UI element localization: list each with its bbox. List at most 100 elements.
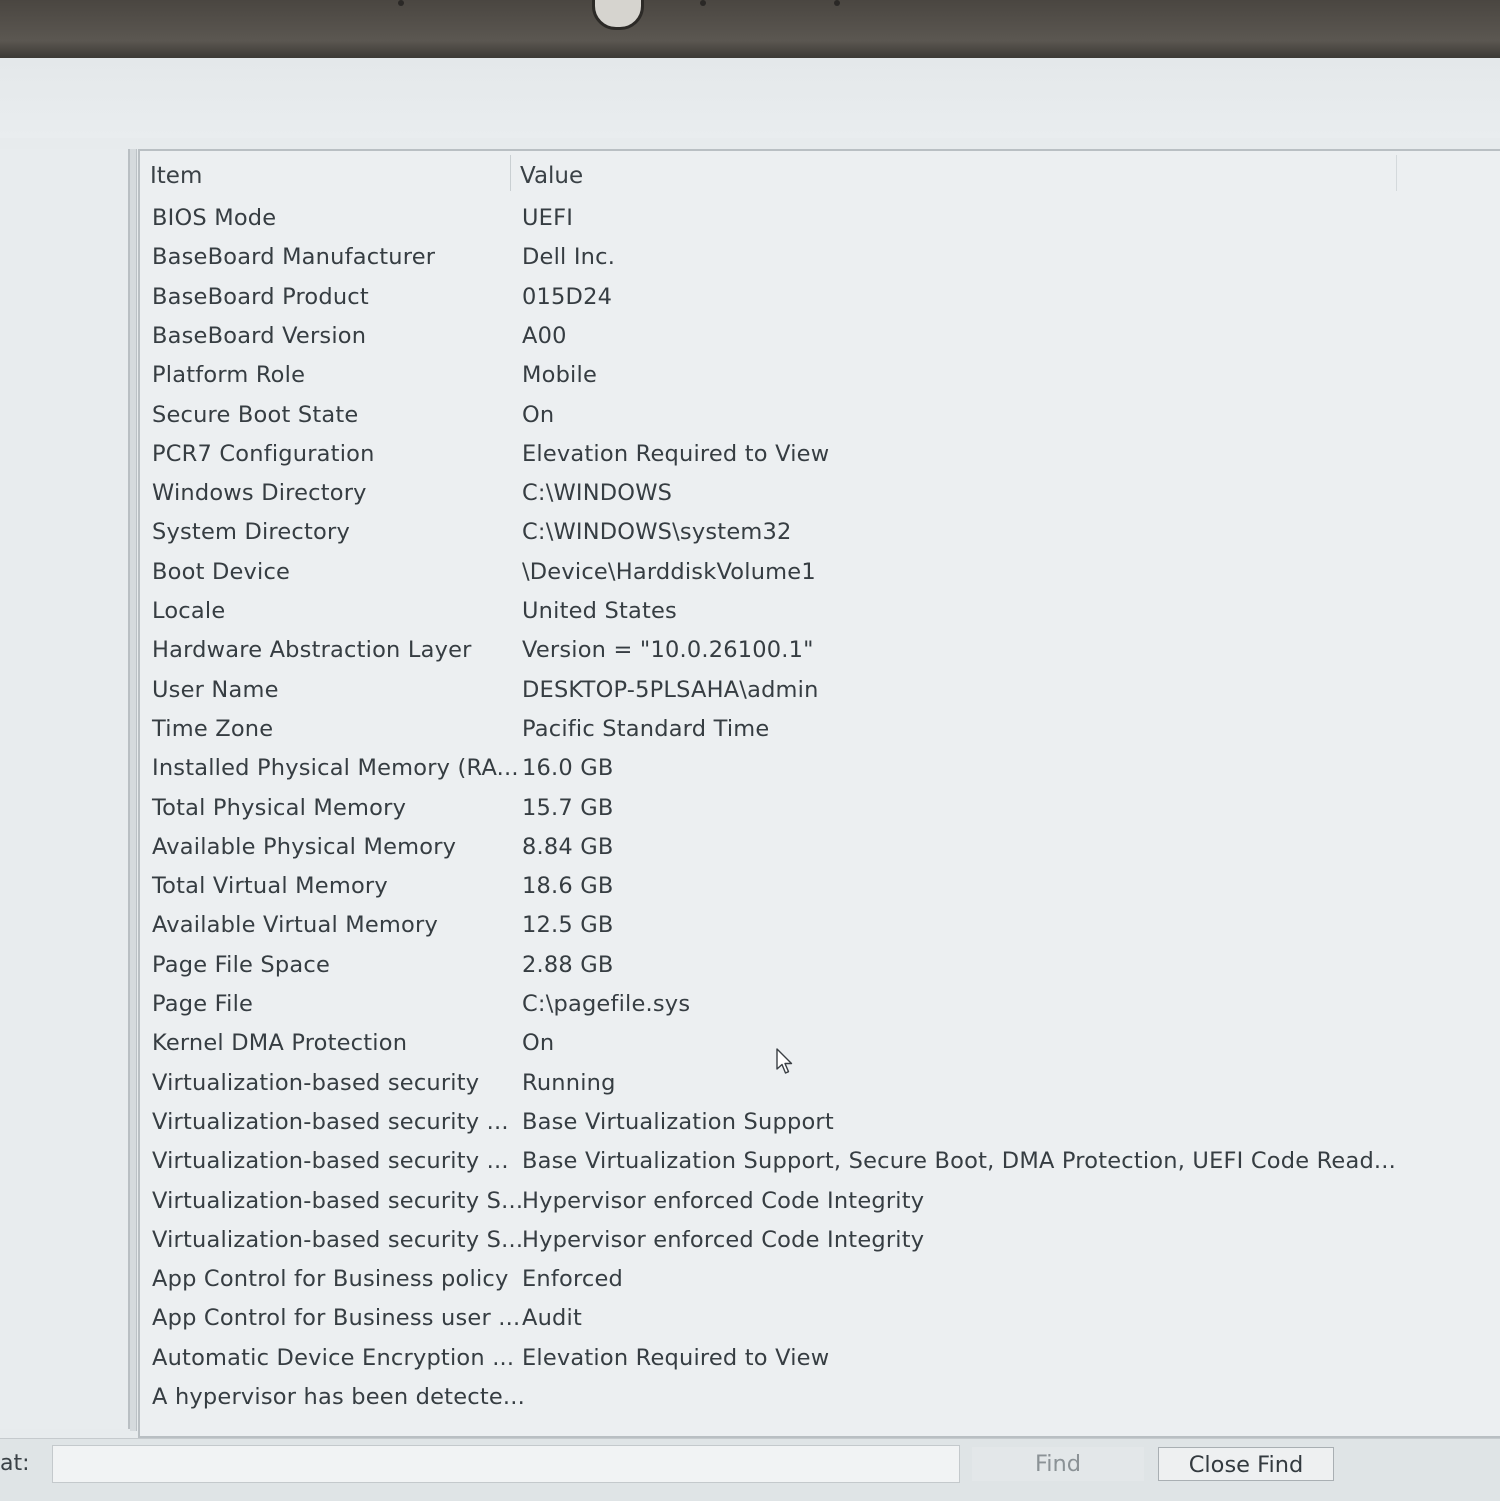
list-row[interactable]: Virtualization-based security S... Hyperv… <box>140 1188 1500 1224</box>
row-value: Running <box>522 1069 616 1096</box>
details-list[interactable]: Item Value BIOS Mode UEFI BaseBoard Manufa… <box>138 149 1500 1438</box>
row-item-label: Available Virtual Memory <box>152 912 438 939</box>
row-value: On <box>522 1030 555 1057</box>
list-row[interactable]: BaseBoard Manufacturer Dell Inc. <box>140 244 1500 280</box>
row-item-label: Automatic Device Encryption ... <box>152 1344 515 1371</box>
list-row[interactable]: Virtualization-based security ... Base Vi… <box>140 1109 1500 1145</box>
row-item-label: Boot Device <box>152 558 291 585</box>
row-item-label: Page File <box>152 991 254 1017</box>
row-value: 15.7 GB <box>522 794 614 821</box>
row-value: Base Virtualization Support <box>522 1108 834 1135</box>
column-divider[interactable] <box>1396 155 1397 191</box>
list-row[interactable]: Available Virtual Memory 12.5 GB <box>140 912 1500 948</box>
column-header-value[interactable]: Value <box>520 163 583 189</box>
list-row[interactable]: Page File C:\pagefile.sys <box>140 991 1500 1027</box>
row-value: 18.6 GB <box>522 873 614 900</box>
row-item-label: A hypervisor has been detecte... <box>152 1384 525 1410</box>
list-row[interactable]: User Name DESKTOP-5PLSAHA\admin <box>140 677 1500 713</box>
list-row[interactable]: A hypervisor has been detecte... <box>140 1384 1500 1420</box>
list-row[interactable]: Windows Directory C:\WINDOWS <box>140 480 1500 516</box>
bezel-dot <box>398 0 404 6</box>
row-item-label: App Control for Business policy <box>152 1266 509 1293</box>
list-row[interactable]: Boot Device \Device\HarddiskVolume1 <box>140 559 1500 595</box>
row-item-label: Installed Physical Memory (RA... <box>152 755 519 782</box>
row-item-label: Virtualization-based security <box>152 1069 480 1096</box>
row-item-label: Locale <box>152 598 226 624</box>
row-item-label: Secure Boot State <box>152 401 359 428</box>
close-find-button[interactable]: Close Find <box>1158 1447 1334 1481</box>
row-value: DESKTOP-5PLSAHA\admin <box>522 676 819 703</box>
row-value: 16.0 GB <box>522 755 614 782</box>
category-tree-pane[interactable] <box>0 149 130 1429</box>
row-value: Version = "10.0.26100.1" <box>522 637 814 664</box>
list-row[interactable]: Available Physical Memory 8.84 GB <box>140 834 1500 870</box>
monitor-bezel <box>0 0 1500 58</box>
bezel-dot <box>834 0 840 6</box>
list-row[interactable]: BaseBoard Version A00 <box>140 323 1500 359</box>
row-value: 015D24 <box>522 283 613 310</box>
row-value: Pacific Standard Time <box>522 715 770 742</box>
row-item-label: Total Virtual Memory <box>152 873 388 900</box>
find-what-input[interactable] <box>52 1445 960 1483</box>
list-row[interactable]: Virtualization-based security S... Hyperv… <box>140 1227 1500 1263</box>
list-row[interactable]: PCR7 Configuration Elevation Required to … <box>140 441 1500 477</box>
row-item-label: Total Physical Memory <box>152 794 407 821</box>
list-row[interactable]: Total Virtual Memory 18.6 GB <box>140 873 1500 909</box>
list-row[interactable]: Locale United States <box>140 598 1500 634</box>
list-row[interactable]: Platform Role Mobile <box>140 362 1500 398</box>
row-item-label: App Control for Business user ... <box>152 1305 521 1332</box>
row-value: UEFI <box>522 205 574 231</box>
row-item-label: Virtualization-based security ... <box>152 1108 509 1135</box>
row-value: 2.88 GB <box>522 951 614 978</box>
row-value: C:\WINDOWS <box>522 480 673 507</box>
row-item-label: Virtualization-based security S... <box>152 1226 524 1253</box>
list-row[interactable]: BIOS Mode UEFI <box>140 205 1500 241</box>
list-row[interactable]: Virtualization-based security ... Base Vi… <box>140 1148 1500 1184</box>
list-row[interactable]: Total Physical Memory 15.7 GB <box>140 795 1500 831</box>
row-value: On <box>522 401 555 428</box>
column-divider[interactable] <box>510 155 511 191</box>
list-row[interactable]: Secure Boot State On <box>140 402 1500 438</box>
bezel-dot <box>700 0 706 6</box>
toolbar-area <box>0 58 1500 138</box>
row-value: 12.5 GB <box>522 912 614 939</box>
row-item-label: System Directory <box>152 519 350 546</box>
row-item-label: Page File Space <box>152 951 330 978</box>
row-value: Mobile <box>522 362 598 389</box>
column-header-item[interactable]: Item <box>150 163 202 189</box>
find-button[interactable]: Find <box>972 1447 1144 1481</box>
row-item-label: Kernel DMA Protection <box>152 1030 408 1057</box>
row-item-label: User Name <box>152 676 279 703</box>
list-row[interactable]: Kernel DMA Protection On <box>140 1030 1500 1066</box>
row-value: Dell Inc. <box>522 244 616 271</box>
mouse-pointer-icon <box>776 1048 793 1074</box>
list-row[interactable]: BaseBoard Product 015D24 <box>140 284 1500 320</box>
system-information-window: Item Value BIOS Mode UEFI BaseBoard Manufa… <box>0 58 1500 1501</box>
row-value: Hypervisor enforced Code Integrity <box>522 1187 925 1214</box>
list-row[interactable]: Virtualization-based security Running <box>140 1070 1500 1106</box>
list-row[interactable]: Installed Physical Memory (RA... 16.0 GB <box>140 755 1500 791</box>
row-value: C:\pagefile.sys <box>522 991 691 1017</box>
webcam-icon <box>592 0 644 30</box>
row-value: Enforced <box>522 1266 624 1293</box>
list-row[interactable]: System Directory C:\WINDOWS\system32 <box>140 519 1500 555</box>
row-value: Elevation Required to View <box>522 1344 830 1371</box>
pane-splitter[interactable] <box>130 149 137 1431</box>
row-value: A00 <box>522 322 567 349</box>
list-row[interactable]: App Control for Business policy Enforced <box>140 1266 1500 1302</box>
list-row[interactable]: App Control for Business user ... Audit <box>140 1305 1500 1341</box>
list-row[interactable]: Automatic Device Encryption ... Elevation… <box>140 1345 1500 1381</box>
list-row[interactable]: Page File Space 2.88 GB <box>140 952 1500 988</box>
row-value: \Device\HarddiskVolume1 <box>522 558 816 585</box>
row-item-label: BaseBoard Product <box>152 283 369 310</box>
row-value: Audit <box>522 1305 583 1332</box>
find-what-label: at: <box>0 1451 30 1476</box>
row-item-label: Windows Directory <box>152 480 367 507</box>
row-item-label: Hardware Abstraction Layer <box>152 637 472 664</box>
row-item-label: Platform Role <box>152 362 306 389</box>
list-row[interactable]: Time Zone Pacific Standard Time <box>140 716 1500 752</box>
list-row[interactable]: Hardware Abstraction Layer Version = "10.… <box>140 637 1500 673</box>
find-bar: at: Find Close Find <box>0 1438 1500 1501</box>
row-item-label: Virtualization-based security S... <box>152 1187 524 1214</box>
row-value: 8.84 GB <box>522 833 614 860</box>
